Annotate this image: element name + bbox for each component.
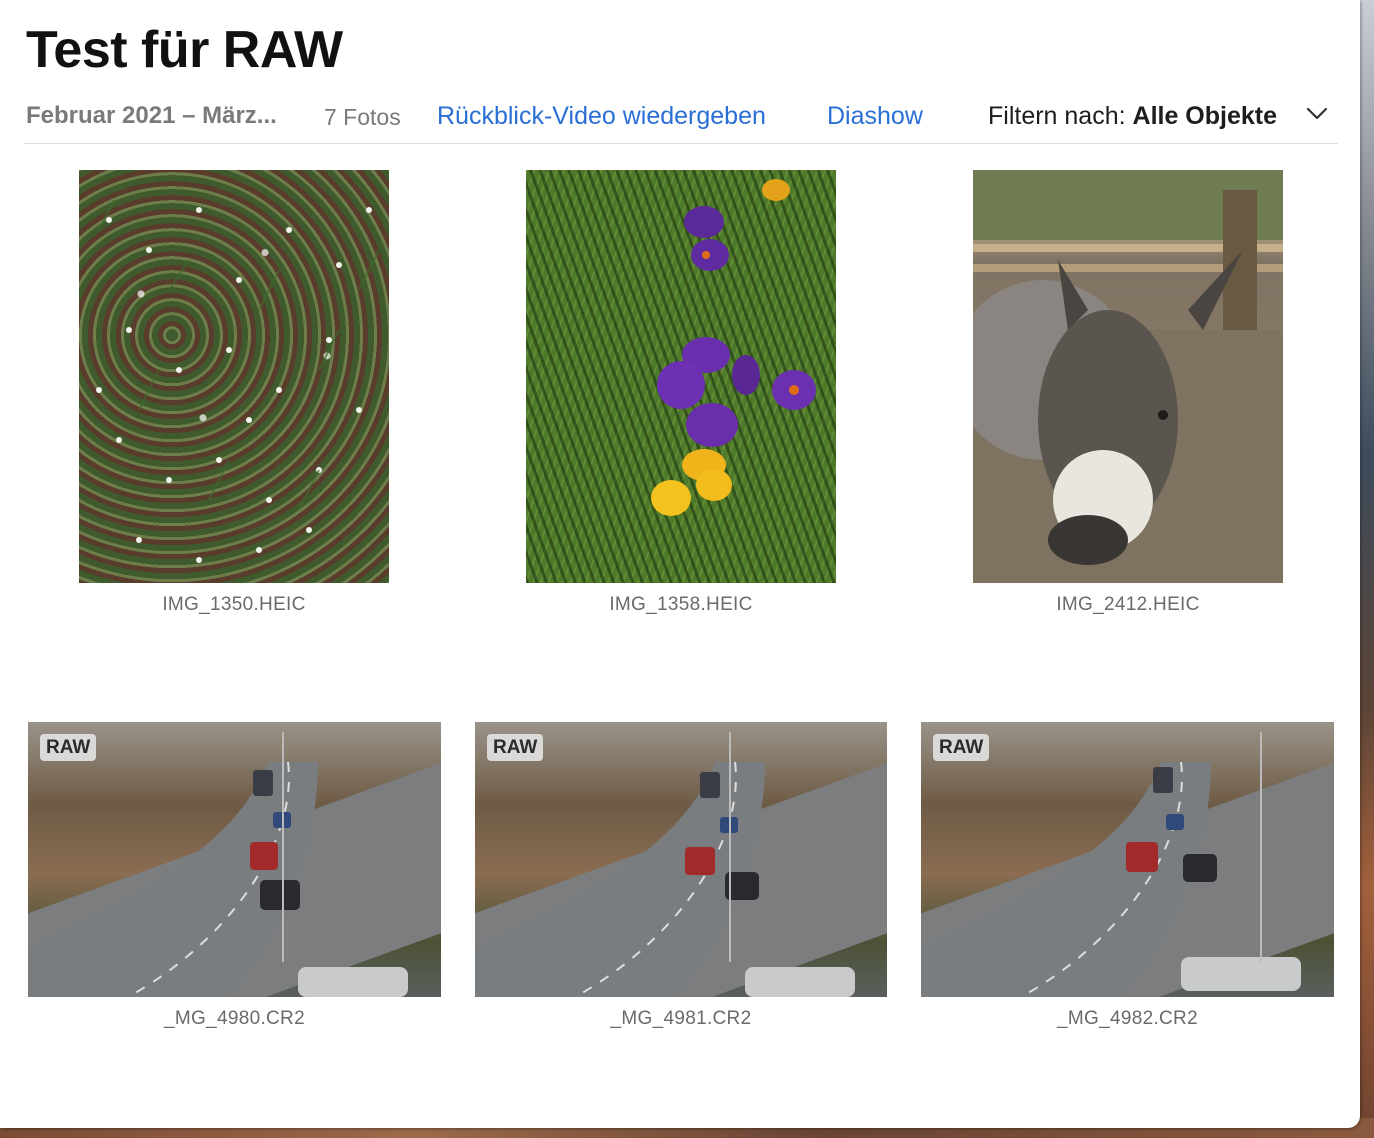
- photo-filename: _MG_4981.CR2: [610, 1008, 752, 1029]
- raw-badge: RAW: [933, 734, 990, 761]
- street-image: [28, 732, 408, 997]
- photo-count: 7 Fotos: [324, 104, 401, 130]
- photo-filename: IMG_1358.HEIC: [609, 594, 753, 615]
- chevron-down-icon[interactable]: [1306, 106, 1328, 122]
- raw-badge: RAW: [487, 734, 544, 761]
- slideshow-link[interactable]: Diashow: [827, 102, 923, 131]
- play-memory-video-link[interactable]: Rückblick-Video wiedergeben: [437, 102, 766, 131]
- donkey-image: [973, 170, 1283, 583]
- crocus-image: [651, 179, 816, 516]
- snowdrops-image: [96, 199, 380, 563]
- album-title: Test für RAW: [26, 21, 343, 79]
- album-date-range: Februar 2021 – März...: [26, 102, 277, 129]
- photo-filename: IMG_1350.HEIC: [162, 594, 306, 615]
- photos-album-window: Test für RAW Februar 2021 – März... 7 Fo…: [0, 0, 1360, 1128]
- raw-badge: RAW: [40, 734, 97, 761]
- toolbar-divider: [24, 143, 1338, 144]
- photo-filename: IMG_2412.HEIC: [1056, 594, 1200, 615]
- filter-prefix: Filtern nach:: [988, 102, 1126, 130]
- photo-thumbnail[interactable]: RAW: [28, 722, 441, 997]
- photo-thumbnail[interactable]: RAW: [921, 722, 1334, 997]
- album-toolbar: Februar 2021 – März... 7 Fotos Rückblick…: [0, 98, 1360, 138]
- photo-thumbnail[interactable]: RAW: [475, 722, 887, 997]
- photo-thumbnail[interactable]: [973, 170, 1283, 583]
- photo-filename: _MG_4982.CR2: [1057, 1008, 1198, 1029]
- photo-thumbnail[interactable]: [79, 170, 389, 583]
- filter-dropdown[interactable]: Filtern nach: Alle Objekte: [988, 102, 1277, 131]
- street-image: [475, 732, 855, 997]
- photo-thumbnail[interactable]: [526, 170, 836, 583]
- filter-value: Alle Objekte: [1132, 102, 1278, 130]
- street-image: [921, 732, 1301, 997]
- photo-filename: _MG_4980.CR2: [164, 1008, 305, 1029]
